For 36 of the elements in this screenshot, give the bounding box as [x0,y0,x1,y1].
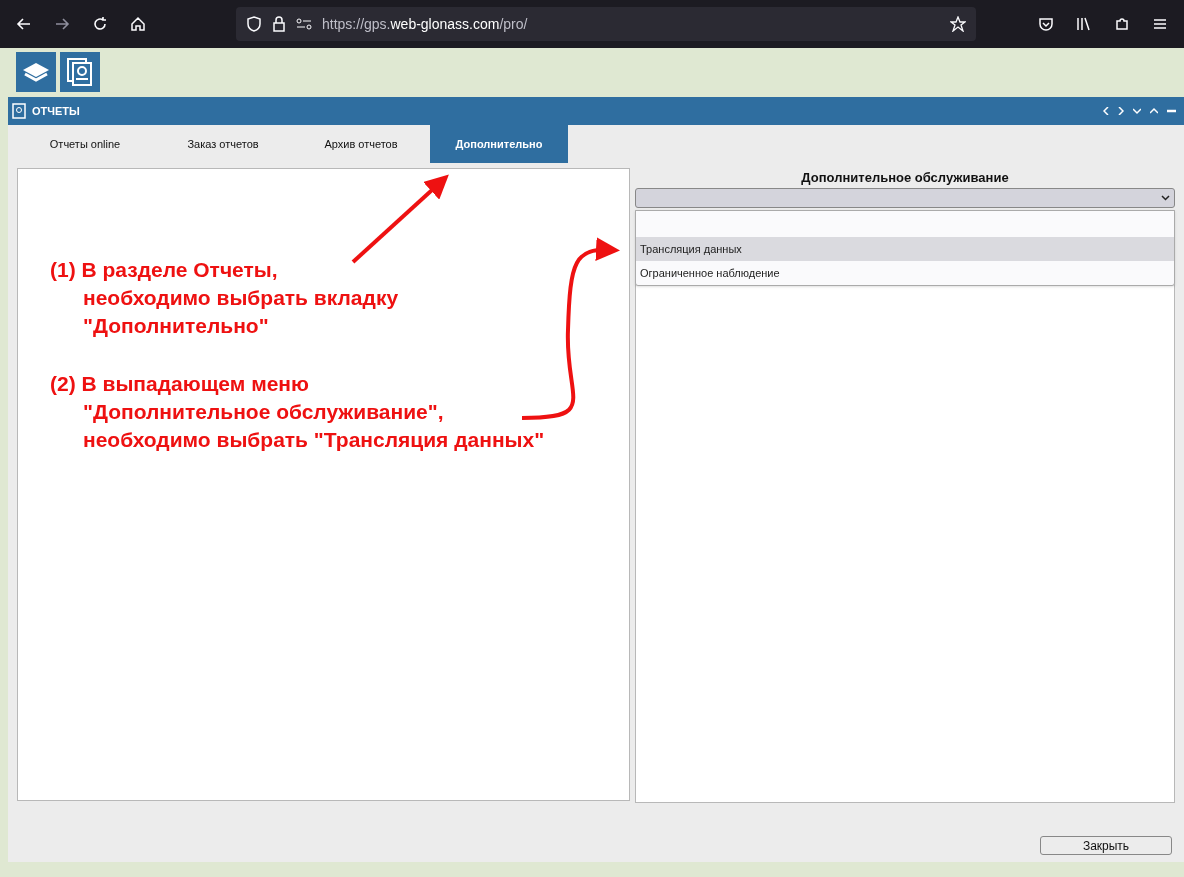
lock-icon [272,16,286,32]
dropdown-option[interactable]: Трансляция данных [636,237,1174,261]
shield-icon [246,16,262,32]
tab[interactable]: Заказ отчетов [154,125,292,163]
menu-icon[interactable] [1152,16,1168,32]
annotation-text: (1) В разделе Отчеты, необходимо выбрать вкладку "Дополнительно" [50,257,400,339]
layers-button[interactable] [16,52,56,92]
address-bar[interactable]: https://gps.web-glonass.com/pro/ [236,7,976,41]
panel-title: Дополнительное обслуживание [800,169,1010,187]
home-icon[interactable] [130,16,146,32]
pocket-icon[interactable] [1038,16,1054,32]
collapse-icon[interactable] [1133,107,1141,115]
url-text: https://gps.web-glonass.com/pro/ [322,14,528,34]
reports-icon [66,57,94,87]
library-icon[interactable] [1076,16,1092,32]
reports-button[interactable] [60,52,100,92]
reports-icon [12,103,26,119]
dropdown-option[interactable]: Ограниченное наблюдение [636,261,1174,285]
close-button[interactable]: Закрыть [1040,836,1172,855]
minimize-icon[interactable] [1167,107,1176,115]
tab[interactable]: Архив отчетов [292,125,430,163]
expand-icon[interactable] [1150,107,1158,115]
chevron-down-icon [1161,195,1170,201]
forward-icon[interactable] [54,16,70,32]
extensions-icon[interactable] [1114,16,1130,32]
reload-icon[interactable] [92,16,108,32]
annotation-text: (2) В выпадающем меню "Дополнительное обслуживание", необходимо выбрать "Трансляция данных" [50,371,545,453]
tab[interactable]: Отчеты online [16,125,154,163]
tab[interactable]: Дополнительно [430,125,568,163]
star-icon[interactable] [950,16,966,32]
layers-icon [21,60,51,84]
window-title: ОТЧЕТЫ [32,103,80,119]
previous-icon[interactable] [1103,107,1109,115]
back-icon[interactable] [16,16,32,32]
next-icon[interactable] [1118,107,1124,115]
permissions-icon [296,18,312,30]
